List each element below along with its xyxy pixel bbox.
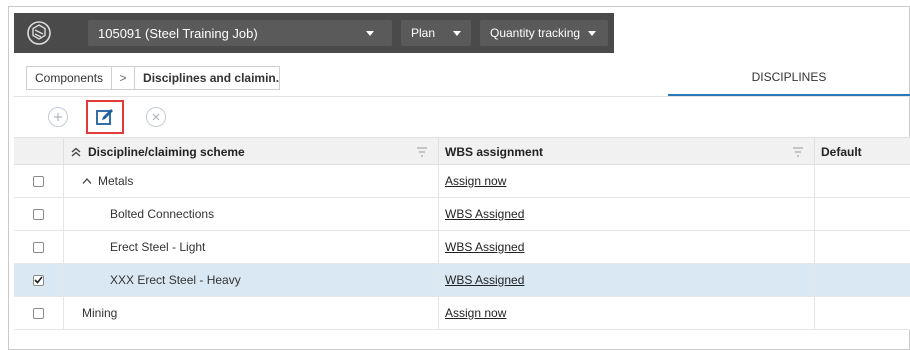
chevron-up-icon[interactable] bbox=[82, 177, 92, 185]
wbs-assigned-link[interactable]: WBS Assigned bbox=[445, 207, 524, 221]
default-cell bbox=[815, 297, 910, 329]
filter-icon[interactable] bbox=[792, 147, 804, 157]
row-checkbox[interactable] bbox=[33, 175, 44, 187]
quantity-tracking-label: Quantity tracking bbox=[490, 26, 581, 40]
row-select-cell bbox=[14, 297, 64, 329]
discipline-name: XXX Erect Steel - Heavy bbox=[110, 273, 241, 287]
wbs-cell: Assign now bbox=[439, 165, 815, 197]
discipline-cell: XXX Erect Steel - Heavy bbox=[64, 264, 439, 296]
row-checkbox[interactable] bbox=[33, 241, 44, 253]
discipline-cell: Bolted Connections bbox=[64, 198, 439, 230]
table-row[interactable]: Bolted Connections WBS Assigned bbox=[14, 198, 910, 231]
default-cell bbox=[815, 165, 910, 197]
wbs-cell: WBS Assigned bbox=[439, 264, 815, 296]
remove-button[interactable] bbox=[146, 107, 166, 127]
discipline-cell: Erect Steel - Light bbox=[64, 231, 439, 263]
default-cell bbox=[815, 264, 910, 296]
discipline-name: Mining bbox=[82, 306, 118, 320]
row-checkbox-checked[interactable] bbox=[33, 274, 44, 286]
table-row[interactable]: Mining Assign now bbox=[14, 297, 910, 330]
table-header: Discipline/claiming scheme WBS assignmen… bbox=[14, 137, 910, 165]
quantity-tracking-menu[interactable]: Quantity tracking bbox=[480, 20, 608, 46]
chevron-down-icon bbox=[453, 31, 461, 36]
wbs-assigned-link[interactable]: WBS Assigned bbox=[445, 273, 524, 287]
column-label: Discipline/claiming scheme bbox=[88, 144, 245, 159]
wbs-cell: WBS Assigned bbox=[439, 231, 815, 263]
discipline-cell: Mining bbox=[64, 297, 439, 329]
row-checkbox[interactable] bbox=[33, 208, 44, 220]
column-header-wbs[interactable]: WBS assignment bbox=[439, 138, 815, 165]
default-cell bbox=[815, 231, 910, 263]
edit-pencil-icon bbox=[96, 109, 113, 125]
chevron-down-icon bbox=[366, 31, 374, 36]
wbs-assigned-link[interactable]: WBS Assigned bbox=[445, 240, 524, 254]
discipline-cell: Metals bbox=[64, 165, 439, 197]
assign-now-link[interactable]: Assign now bbox=[445, 174, 506, 188]
breadcrumb-components[interactable]: Components bbox=[26, 66, 113, 90]
discipline-name: Bolted Connections bbox=[110, 207, 215, 221]
row-select-cell bbox=[14, 165, 64, 197]
plan-menu-label: Plan bbox=[411, 26, 436, 40]
tab-disciplines[interactable]: DISCIPLINES bbox=[668, 60, 910, 96]
discipline-name: Metals bbox=[98, 174, 134, 188]
table-row-selected[interactable]: XXX Erect Steel - Heavy WBS Assigned bbox=[14, 264, 910, 297]
select-column-header bbox=[14, 138, 64, 165]
breadcrumb-separator: > bbox=[112, 66, 135, 90]
table-row[interactable]: Erect Steel - Light WBS Assigned bbox=[14, 231, 910, 264]
column-header-discipline[interactable]: Discipline/claiming scheme bbox=[64, 138, 439, 165]
wbs-cell: Assign now bbox=[439, 297, 815, 329]
row-checkbox[interactable] bbox=[33, 307, 44, 319]
collapse-all-icon[interactable] bbox=[70, 147, 82, 157]
app-logo-icon[interactable] bbox=[22, 20, 56, 46]
column-header-default[interactable]: Default bbox=[815, 138, 910, 165]
table-row[interactable]: Metals Assign now bbox=[14, 165, 910, 198]
default-cell bbox=[815, 198, 910, 230]
column-label: Default bbox=[821, 144, 862, 159]
disciplines-table: Discipline/claiming scheme WBS assignmen… bbox=[14, 137, 910, 330]
row-select-cell bbox=[14, 198, 64, 230]
filter-icon[interactable] bbox=[416, 147, 428, 157]
discipline-name: Erect Steel - Light bbox=[110, 240, 206, 254]
add-button[interactable] bbox=[48, 107, 68, 127]
plus-circle-icon bbox=[54, 113, 62, 121]
divider bbox=[14, 96, 910, 97]
breadcrumb: Components > Disciplines and claimin... bbox=[26, 65, 281, 91]
wbs-cell: WBS Assigned bbox=[439, 198, 815, 230]
row-select-cell bbox=[14, 231, 64, 263]
assign-now-link[interactable]: Assign now bbox=[445, 306, 506, 320]
job-selector-label: 105091 (Steel Training Job) bbox=[98, 25, 258, 41]
x-circle-icon bbox=[152, 113, 160, 121]
column-label: WBS assignment bbox=[445, 144, 544, 159]
row-select-cell bbox=[14, 264, 64, 296]
chevron-down-icon bbox=[588, 31, 596, 36]
edit-button[interactable] bbox=[86, 100, 124, 134]
breadcrumb-disciplines[interactable]: Disciplines and claimin... bbox=[134, 66, 281, 90]
job-selector[interactable]: 105091 (Steel Training Job) bbox=[88, 20, 392, 46]
plan-menu[interactable]: Plan bbox=[401, 20, 471, 46]
checkmark-icon bbox=[34, 276, 43, 284]
